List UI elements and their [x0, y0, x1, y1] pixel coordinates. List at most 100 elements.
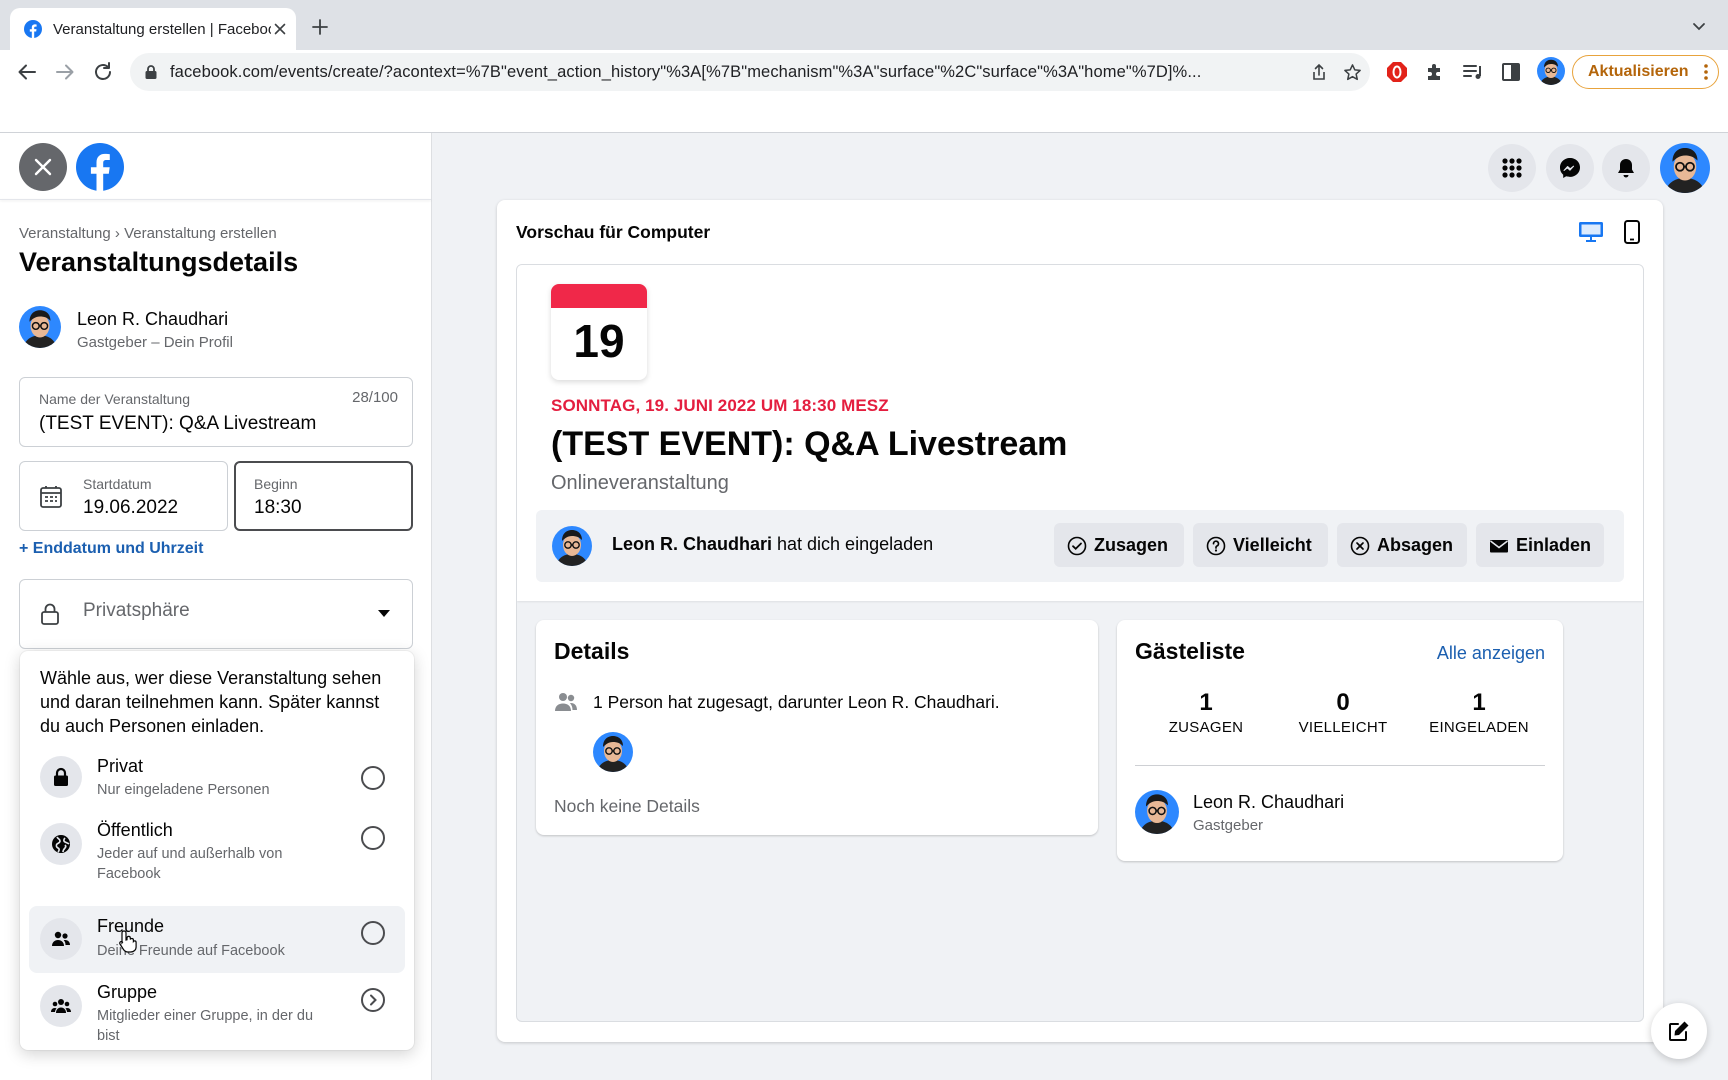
check-circle-icon: [1067, 536, 1087, 556]
bell-icon: [1618, 159, 1634, 178]
stat-label: ZUSAGEN: [1168, 719, 1244, 736]
option-subtitle: Mitglieder einer Gruppe, in der du bist: [97, 1008, 314, 1044]
forward-arrow-icon[interactable]: [54, 61, 76, 83]
messenger-button[interactable]: [1546, 144, 1594, 192]
event-title: (TEST EVENT): Q&A Livestream: [551, 425, 1068, 463]
menu-button[interactable]: [1488, 144, 1536, 192]
share-icon[interactable]: [1310, 63, 1328, 81]
radio-button[interactable]: [361, 826, 385, 850]
details-heading: Details: [554, 638, 630, 664]
privacy-option-friends[interactable]: Freunde Deine Freunde auf Facebook: [29, 906, 405, 973]
globe-icon: [40, 823, 82, 865]
event-preview: Vorschau für Computer 19 SONNTAG, 19. JU…: [497, 200, 1663, 1042]
media-icon[interactable]: [1462, 61, 1484, 83]
calendar-day: 19: [573, 315, 625, 367]
profile-avatar[interactable]: [1537, 57, 1565, 85]
going-button[interactable]: Zusagen: [1054, 523, 1184, 567]
radio-button[interactable]: [361, 921, 385, 945]
divider: [0, 199, 431, 200]
stat-going[interactable]: 1 ZUSAGEN: [1136, 689, 1276, 736]
plus-icon[interactable]: [312, 19, 328, 35]
guest-name[interactable]: Leon R. Chaudhari: [1193, 792, 1344, 813]
start-date-value: 19.06.2022: [83, 497, 179, 518]
facebook-logo[interactable]: [76, 143, 124, 191]
more-vert-icon[interactable]: [1704, 63, 1708, 81]
start-time-field[interactable]: Beginn 18:30: [234, 461, 413, 531]
no-details-text: Noch keine Details: [554, 796, 700, 816]
decline-button[interactable]: Absagen: [1337, 523, 1467, 567]
desktop-icon[interactable]: [1577, 220, 1605, 244]
start-date-label: Startdatum: [83, 476, 152, 492]
caret-down-icon: [378, 610, 390, 618]
update-button[interactable]: Aktualisieren: [1572, 55, 1719, 89]
privacy-option-public[interactable]: Öffentlich Jeder auf und außerhalb von F…: [29, 811, 405, 891]
invite-suffix: hat dich eingeladen: [772, 534, 934, 554]
browser-tab[interactable]: Veranstaltung erstellen | Facebook: [10, 8, 296, 50]
url-text[interactable]: facebook.com/events/create/?acontext=%7B…: [170, 63, 1308, 82]
tab-title: Veranstaltung erstellen | Facebook: [53, 21, 271, 38]
option-subtitle: Nur eingeladene Personen: [97, 782, 270, 798]
avatar[interactable]: [1135, 790, 1179, 834]
invite-label: Einladen: [1516, 535, 1592, 555]
privacy-label: Privatsphäre: [83, 600, 190, 621]
radio-button[interactable]: [361, 766, 385, 790]
stat-invited[interactable]: 1 EINGELADEN: [1409, 689, 1549, 736]
notifications-button[interactable]: [1602, 144, 1650, 192]
lock-icon: [39, 602, 61, 626]
avatar: [552, 526, 592, 566]
lock-icon[interactable]: [144, 64, 158, 80]
start-date-field[interactable]: Startdatum 19.06.2022: [19, 461, 228, 531]
close-icon: [34, 158, 52, 176]
grid-menu-icon: [1502, 158, 1522, 178]
opera-extension-icon[interactable]: [1386, 61, 1408, 83]
preview-title: Vorschau für Computer: [516, 222, 711, 242]
calendar-badge: 19: [551, 284, 647, 380]
update-label: Aktualisieren: [1588, 63, 1689, 80]
attendance-text: 1 Person hat zugesagt, darunter Leon R. …: [593, 692, 1000, 712]
event-name-value: (TEST EVENT): Q&A Livestream: [39, 413, 317, 434]
invite-text: Leon R. Chaudhari hat dich eingeladen: [612, 534, 933, 555]
stat-count: 0: [1336, 689, 1350, 716]
privacy-dropdown-intro: Wähle aus, wer diese Veranstaltung sehen…: [40, 668, 382, 736]
invite-button[interactable]: Einladen: [1476, 523, 1604, 567]
host-name: Leon R. Chaudhari: [77, 309, 229, 329]
back-arrow-icon[interactable]: [16, 61, 38, 83]
puzzle-icon[interactable]: [1424, 61, 1446, 83]
maybe-button[interactable]: Vielleicht: [1193, 523, 1328, 567]
calendar-top: [551, 284, 647, 308]
lock-icon: [40, 756, 82, 798]
x-circle-icon: [1350, 536, 1370, 556]
see-all-link[interactable]: Alle anzeigen: [1437, 643, 1545, 664]
browser-tab-bar: Veranstaltung erstellen | Facebook: [0, 0, 1728, 50]
address-bar[interactable]: facebook.com/events/create/?acontext=%7B…: [130, 53, 1370, 91]
chevron-down-icon[interactable]: [1692, 22, 1706, 32]
privacy-option-group[interactable]: Gruppe Mitglieder einer Gruppe, in der d…: [29, 973, 405, 1044]
close-icon[interactable]: [272, 21, 288, 37]
hand-cursor-icon: [118, 929, 138, 953]
privacy-select[interactable]: Privatsphäre: [19, 579, 413, 649]
stat-maybe[interactable]: 0 VIELLEICHT: [1273, 689, 1413, 736]
guestlist-card: Gästeliste Alle anzeigen 1 ZUSAGEN 0 VIE…: [1117, 620, 1563, 861]
maybe-label: Vielleicht: [1233, 535, 1312, 555]
inviter-name[interactable]: Leon R. Chaudhari: [612, 534, 772, 554]
mobile-icon[interactable]: [1623, 219, 1641, 245]
guest-role: Gastgeber: [1193, 817, 1264, 834]
star-icon[interactable]: [1343, 63, 1362, 82]
event-header: 19 SONNTAG, 19. JUNI 2022 UM 18:30 MESZ …: [517, 265, 1643, 601]
add-end-date-link[interactable]: + Enddatum und Uhrzeit: [19, 540, 203, 558]
avatar[interactable]: [593, 732, 633, 772]
breadcrumb[interactable]: Veranstaltung › Veranstaltung erstellen: [19, 225, 277, 242]
char-counter: 28/100: [352, 389, 398, 406]
stat-count: 1: [1199, 689, 1213, 716]
chevron-right-circle[interactable]: [361, 988, 385, 1012]
compose-button[interactable]: [1651, 1003, 1707, 1059]
question-circle-icon: [1206, 536, 1226, 556]
close-button[interactable]: [19, 143, 67, 191]
event-name-field[interactable]: Name der Veranstaltung 28/100 (TEST EVEN…: [19, 377, 413, 447]
privacy-option-private[interactable]: Privat Nur eingeladene Personen: [29, 747, 405, 807]
reload-icon[interactable]: [92, 61, 114, 83]
option-title: Öffentlich: [97, 820, 173, 840]
sidepanel-icon[interactable]: [1500, 61, 1522, 83]
toolbar-spacer: [0, 94, 1728, 132]
profile-avatar[interactable]: [1660, 143, 1710, 193]
